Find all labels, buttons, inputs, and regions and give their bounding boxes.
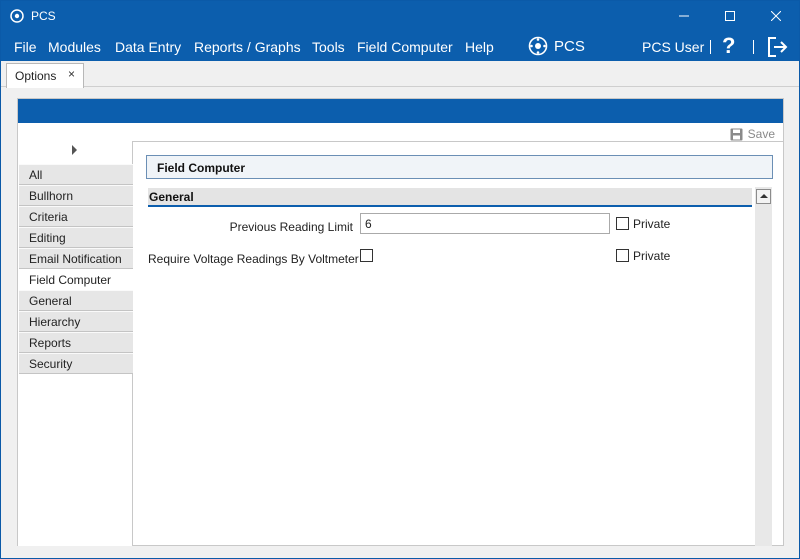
question-mark-icon[interactable]: ?: [722, 33, 735, 59]
category-item-general[interactable]: General: [19, 290, 133, 311]
close-icon: [771, 11, 781, 21]
save-bar: Save: [18, 123, 783, 141]
user-name[interactable]: PCS User: [642, 39, 704, 55]
app-window: PCS File Modules Data Entry Reports / Gr…: [0, 0, 800, 559]
options-category-panel: All Bullhorn Criteria Editing Email Noti…: [18, 141, 133, 546]
scroll-up-button[interactable]: [756, 189, 771, 204]
group-title: General: [149, 190, 194, 204]
menu-tools[interactable]: Tools: [312, 39, 345, 55]
brand-logo: PCS: [528, 36, 585, 56]
expand-arrow-icon[interactable]: [72, 145, 77, 155]
section-title: Field Computer: [157, 161, 246, 175]
category-item-hierarchy[interactable]: Hierarchy: [19, 311, 133, 332]
save-button[interactable]: Save: [730, 127, 775, 141]
window-title: PCS: [31, 9, 56, 23]
document-tab-strip: Options ×: [1, 61, 799, 88]
tab-options[interactable]: Options ×: [6, 63, 84, 88]
require-voltage-private-checkbox[interactable]: [616, 249, 629, 262]
vertical-scrollbar[interactable]: [755, 187, 772, 546]
divider: [133, 141, 783, 142]
tab-label: Options: [15, 69, 57, 83]
require-voltage-label: Require Voltage Readings By Voltmeter: [148, 252, 359, 266]
previous-reading-limit-private-checkbox[interactable]: [616, 217, 629, 230]
title-bar: PCS: [1, 1, 799, 31]
options-panel: Save All Bullhorn Criteria Editing Email…: [17, 98, 784, 546]
menu-reports-graphs[interactable]: Reports / Graphs: [194, 39, 301, 55]
category-item-email-notification[interactable]: Email Notification: [19, 248, 133, 269]
section-header: Field Computer: [146, 155, 773, 179]
minimize-icon: [679, 15, 689, 17]
category-list: All Bullhorn Criteria Editing Email Noti…: [19, 164, 133, 374]
menu-file[interactable]: File: [14, 39, 37, 55]
save-label: Save: [747, 127, 775, 141]
brand-name: PCS: [554, 37, 585, 55]
category-item-security[interactable]: Security: [19, 353, 133, 374]
category-item-editing[interactable]: Editing: [19, 227, 133, 248]
category-item-reports[interactable]: Reports: [19, 332, 133, 353]
previous-reading-limit-input[interactable]: [360, 213, 610, 234]
options-toolbar: [18, 99, 783, 123]
pcs-logo-icon: [10, 9, 24, 23]
maximize-button[interactable]: [707, 1, 753, 31]
category-item-criteria[interactable]: Criteria: [19, 206, 133, 227]
menu-bar: File Modules Data Entry Reports / Graphs…: [1, 31, 799, 61]
close-window-button[interactable]: [753, 1, 799, 31]
menu-separator: [753, 40, 754, 54]
menu-separator: [710, 40, 711, 54]
category-item-all[interactable]: All: [19, 164, 133, 185]
menu-modules[interactable]: Modules: [48, 39, 101, 55]
pcs-logo-icon: [528, 36, 548, 56]
menu-field-computer[interactable]: Field Computer: [357, 39, 453, 55]
private-label: Private: [633, 249, 671, 263]
group-header[interactable]: General: [148, 188, 752, 207]
close-tab-icon[interactable]: ×: [68, 67, 75, 81]
require-voltage-checkbox[interactable]: [360, 249, 373, 262]
minimize-button[interactable]: [661, 1, 707, 31]
floppy-disk-icon: [730, 128, 743, 140]
menu-data-entry[interactable]: Data Entry: [115, 39, 181, 55]
private-label: Private: [633, 217, 671, 231]
menu-help[interactable]: Help: [465, 39, 494, 55]
maximize-icon: [725, 11, 735, 21]
previous-reading-limit-label: Previous Reading Limit: [229, 220, 353, 234]
category-item-bullhorn[interactable]: Bullhorn: [19, 185, 133, 206]
logout-icon[interactable]: [766, 36, 788, 58]
category-item-field-computer[interactable]: Field Computer: [19, 269, 133, 290]
